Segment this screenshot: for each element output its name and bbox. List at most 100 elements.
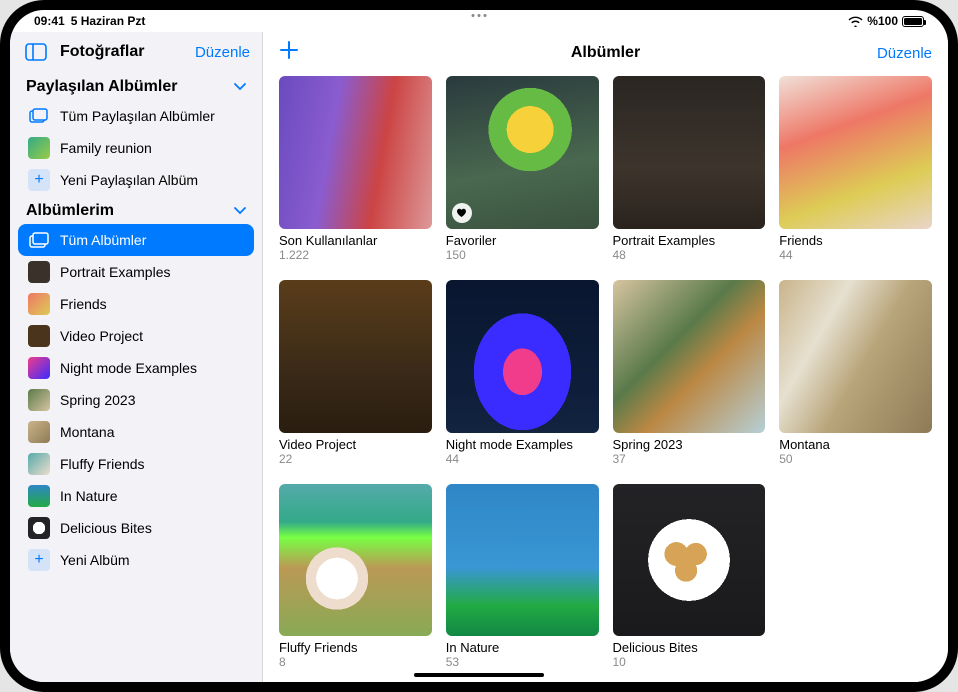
- album-title: Son Kullanılanlar: [279, 233, 432, 248]
- multitask-dots[interactable]: [472, 14, 487, 17]
- screen: 09:41 5 Haziran Pzt %100: [10, 10, 948, 682]
- sidebar-section-my-albums[interactable]: Albümlerim: [18, 196, 254, 224]
- album-cover: [779, 76, 932, 229]
- sidebar-item-label: In Nature: [60, 488, 118, 504]
- album-in-nature[interactable]: In Nature 53: [446, 484, 599, 670]
- sidebar-item-label: Tüm Paylaşılan Albümler: [60, 108, 215, 124]
- sidebar-item-family-reunion[interactable]: Family reunion: [18, 132, 254, 164]
- album-title: Favoriler: [446, 233, 599, 248]
- sidebar-item-video-project[interactable]: Video Project: [18, 320, 254, 352]
- sidebar-icon: [25, 43, 47, 61]
- main-edit-button[interactable]: Düzenle: [877, 45, 932, 62]
- sidebar-item-montana[interactable]: Montana: [18, 416, 254, 448]
- sidebar-item-label: Montana: [60, 424, 114, 440]
- section-title: Albümlerim: [26, 202, 114, 220]
- sidebar-item-label: Portrait Examples: [60, 264, 170, 280]
- album-favoriler[interactable]: Favoriler 150: [446, 76, 599, 262]
- sidebar-item-fluffy-friends[interactable]: Fluffy Friends: [18, 448, 254, 480]
- album-cover: [613, 76, 766, 229]
- album-title: Fluffy Friends: [279, 640, 432, 655]
- album-title: Delicious Bites: [613, 640, 766, 655]
- album-count: 37: [613, 452, 766, 466]
- album-delicious-bites[interactable]: Delicious Bites 10: [613, 484, 766, 670]
- album-count: 50: [779, 452, 932, 466]
- album-thumbnail: [28, 357, 50, 379]
- add-album-button[interactable]: [279, 40, 307, 66]
- album-title: Montana: [779, 437, 932, 452]
- sidebar-item-friends[interactable]: Friends: [18, 288, 254, 320]
- sidebar-item-portrait-examples[interactable]: Portrait Examples: [18, 256, 254, 288]
- sidebar-item-new-album[interactable]: + Yeni Albüm: [18, 544, 254, 576]
- album-fluffy-friends[interactable]: Fluffy Friends 8: [279, 484, 432, 670]
- sidebar-scroll[interactable]: Paylaşılan Albümler Tüm Paylaşılan Albüm…: [10, 68, 262, 682]
- sidebar-item-spring-2023[interactable]: Spring 2023: [18, 384, 254, 416]
- favorite-heart-icon: [452, 203, 472, 223]
- albums-grid[interactable]: Son Kullanılanlar 1.222 Favoriler 150: [263, 72, 948, 682]
- album-cover: [613, 484, 766, 637]
- album-montana[interactable]: Montana 50: [779, 280, 932, 466]
- battery-text: %100: [867, 14, 898, 28]
- status-bar: 09:41 5 Haziran Pzt %100: [10, 10, 948, 32]
- album-count: 44: [779, 248, 932, 262]
- sidebar-toggle-button[interactable]: [22, 40, 50, 64]
- sidebar-item-label: Yeni Paylaşılan Albüm: [60, 172, 198, 188]
- sidebar-item-label: Delicious Bites: [60, 520, 152, 536]
- device-frame: 09:41 5 Haziran Pzt %100: [0, 0, 958, 692]
- album-title: Portrait Examples: [613, 233, 766, 248]
- sidebar-item-label: Tüm Albümler: [60, 232, 146, 248]
- album-thumbnail: [28, 389, 50, 411]
- album-cover: [446, 484, 599, 637]
- album-thumbnail: [28, 293, 50, 315]
- album-count: 10: [613, 655, 766, 669]
- page-title: Albümler: [571, 44, 640, 62]
- chevron-down-icon: [234, 204, 246, 218]
- sidebar-edit-button[interactable]: Düzenle: [195, 44, 250, 61]
- album-thumbnail: [28, 261, 50, 283]
- album-thumbnail: [28, 137, 50, 159]
- wifi-icon: [848, 16, 863, 27]
- add-icon: +: [28, 549, 50, 571]
- album-title: Spring 2023: [613, 437, 766, 452]
- album-thumbnail: [28, 485, 50, 507]
- album-son-kullanilanlar[interactable]: Son Kullanılanlar 1.222: [279, 76, 432, 262]
- main-header: Albümler Düzenle: [263, 32, 948, 72]
- album-count: 22: [279, 452, 432, 466]
- album-count: 44: [446, 452, 599, 466]
- sidebar-item-all-shared[interactable]: Tüm Paylaşılan Albümler: [18, 100, 254, 132]
- section-title: Paylaşılan Albümler: [26, 78, 177, 96]
- chevron-down-icon: [234, 80, 246, 94]
- sidebar-section-shared[interactable]: Paylaşılan Albümler: [18, 72, 254, 100]
- sidebar-item-delicious-bites[interactable]: Delicious Bites: [18, 512, 254, 544]
- sidebar-item-label: Yeni Albüm: [60, 552, 130, 568]
- shared-albums-icon: [28, 105, 50, 127]
- sidebar-header: Fotoğraflar Düzenle: [10, 32, 262, 68]
- sidebar-item-label: Video Project: [60, 328, 143, 344]
- album-count: 8: [279, 655, 432, 669]
- sidebar-item-label: Night mode Examples: [60, 360, 197, 376]
- sidebar-item-label: Spring 2023: [60, 392, 136, 408]
- album-title: Video Project: [279, 437, 432, 452]
- album-thumbnail: [28, 421, 50, 443]
- album-friends[interactable]: Friends 44: [779, 76, 932, 262]
- sidebar-item-label: Family reunion: [60, 140, 152, 156]
- sidebar-item-in-nature[interactable]: In Nature: [18, 480, 254, 512]
- sidebar-item-new-shared-album[interactable]: + Yeni Paylaşılan Albüm: [18, 164, 254, 196]
- status-time: 09:41: [34, 14, 65, 28]
- battery-icon: [902, 16, 924, 27]
- main-panel: Albümler Düzenle Son Kullanılanlar 1.222: [263, 32, 948, 682]
- album-title: In Nature: [446, 640, 599, 655]
- album-cover: [779, 280, 932, 433]
- sidebar-item-all-albums[interactable]: Tüm Albümler: [18, 224, 254, 256]
- sidebar-item-label: Friends: [60, 296, 107, 312]
- album-cover: [613, 280, 766, 433]
- album-night-mode[interactable]: Night mode Examples 44: [446, 280, 599, 466]
- home-indicator[interactable]: [414, 673, 544, 677]
- album-spring-2023[interactable]: Spring 2023 37: [613, 280, 766, 466]
- album-thumbnail: [28, 453, 50, 475]
- album-portrait-examples[interactable]: Portrait Examples 48: [613, 76, 766, 262]
- album-video-project[interactable]: Video Project 22: [279, 280, 432, 466]
- album-thumbnail: [28, 517, 50, 539]
- content-area: Fotoğraflar Düzenle Paylaşılan Albümler: [10, 32, 948, 682]
- sidebar-item-night-mode[interactable]: Night mode Examples: [18, 352, 254, 384]
- add-icon: +: [28, 169, 50, 191]
